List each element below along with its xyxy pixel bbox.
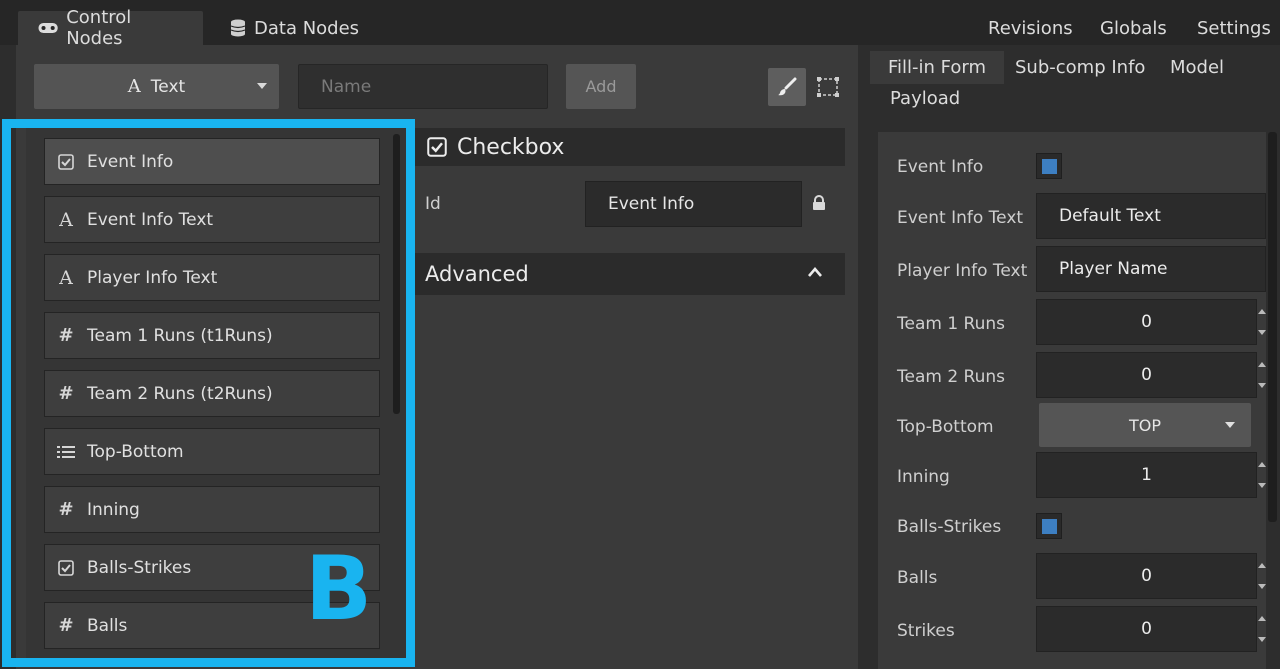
advanced-label: Advanced: [425, 262, 529, 286]
nav-settings[interactable]: Settings: [1197, 18, 1271, 39]
brush-button[interactable]: [768, 68, 806, 106]
balls-strikes-label: Balls-Strikes: [897, 517, 1002, 537]
tab-sub-comp-info[interactable]: Sub-comp Info: [1015, 57, 1145, 78]
balls-strikes-checkbox[interactable]: [1036, 513, 1062, 539]
tab-model[interactable]: Model: [1170, 57, 1224, 78]
team1-runs-field[interactable]: 0: [1036, 299, 1257, 345]
tab-control-nodes[interactable]: Control Nodes: [18, 7, 203, 49]
node-item-team2-runs[interactable]: # Team 2 Runs (t2Runs): [44, 370, 380, 417]
tab-label: Data Nodes: [254, 17, 360, 39]
properties-title: Checkbox: [457, 134, 565, 160]
list-icon: [45, 445, 87, 459]
lock-icon[interactable]: [812, 195, 826, 211]
name-input[interactable]: [298, 64, 548, 109]
node-type-value: Text: [150, 76, 186, 97]
nav-revisions[interactable]: Revisions: [988, 18, 1073, 39]
strikes-field[interactable]: 0: [1036, 606, 1257, 652]
tab-label: Control Nodes: [66, 7, 132, 49]
checkbox-icon: [45, 153, 87, 170]
node-label: Team 1 Runs (t1Runs): [87, 325, 273, 346]
event-info-checkbox[interactable]: [1036, 153, 1062, 179]
node-label: Balls: [87, 615, 128, 636]
advanced-section-header[interactable]: Advanced: [415, 253, 845, 295]
team1-runs-stepper[interactable]: [1257, 299, 1267, 345]
id-field[interactable]: Event Info: [585, 181, 802, 227]
team1-runs-label: Team 1 Runs: [897, 314, 1006, 334]
node-item-event-info-text[interactable]: A Event Info Text: [44, 196, 380, 243]
node-label: Team 2 Runs (t2Runs): [87, 383, 273, 404]
checkbox-icon: [427, 137, 447, 157]
node-label: Balls-Strikes: [87, 557, 192, 578]
event-info-text-field[interactable]: Default Text: [1036, 193, 1266, 239]
node-item-inning[interactable]: # Inning: [44, 486, 380, 533]
event-info-label: Event Info: [897, 157, 984, 177]
tab-payload[interactable]: Payload: [890, 88, 960, 109]
tab-fill-in-form[interactable]: Fill-in Form: [870, 51, 1005, 84]
selection-tool-button[interactable]: [812, 70, 844, 104]
nav-globals[interactable]: Globals: [1100, 18, 1167, 39]
node-item-player-info-text[interactable]: A Player Info Text: [44, 254, 380, 301]
node-item-team1-runs[interactable]: # Team 1 Runs (t1Runs): [44, 312, 380, 359]
number-icon: #: [58, 615, 74, 636]
database-icon: [230, 19, 246, 37]
strikes-label: Strikes: [897, 621, 955, 641]
number-icon: #: [58, 499, 74, 520]
form-scrollbar[interactable]: [1268, 132, 1277, 522]
properties-header: Checkbox: [415, 128, 845, 166]
text-icon: A: [59, 208, 73, 231]
chevron-down-icon: [1225, 422, 1235, 428]
node-label: Top-Bottom: [87, 441, 184, 462]
number-icon: #: [58, 383, 74, 404]
id-label: Id: [425, 194, 441, 214]
node-label: Event Info: [87, 151, 174, 172]
top-bottom-select[interactable]: TOP: [1039, 403, 1251, 447]
chevron-down-icon: [257, 83, 267, 89]
event-info-text-label: Event Info Text: [897, 208, 1024, 228]
team2-runs-stepper[interactable]: [1257, 352, 1267, 398]
brush-icon: [778, 77, 797, 96]
inning-stepper[interactable]: [1257, 452, 1267, 498]
inning-label: Inning: [897, 467, 950, 487]
text-icon: A: [59, 266, 73, 289]
team2-runs-label: Team 2 Runs: [897, 367, 1006, 387]
player-info-text-label: Player Info Text: [897, 261, 1028, 281]
balls-field[interactable]: 0: [1036, 553, 1257, 599]
node-label: Player Info Text: [87, 267, 218, 288]
checkbox-icon: [45, 559, 87, 576]
strikes-stepper[interactable]: [1257, 606, 1267, 652]
node-item-top-bottom[interactable]: Top-Bottom: [44, 428, 380, 475]
team2-runs-field[interactable]: 0: [1036, 352, 1257, 398]
node-item-event-info[interactable]: Event Info: [44, 138, 380, 185]
text-icon: A: [127, 76, 141, 97]
node-list-scrollbar[interactable]: [393, 134, 400, 414]
selection-box-icon: [817, 77, 839, 97]
node-label: Event Info Text: [87, 209, 214, 230]
number-icon: #: [58, 325, 74, 346]
balls-stepper[interactable]: [1257, 553, 1267, 599]
top-bottom-label: Top-Bottom: [897, 417, 994, 437]
add-button[interactable]: Add: [566, 64, 636, 109]
annotation-letter: B: [305, 537, 373, 640]
inning-field[interactable]: 1: [1036, 452, 1257, 498]
player-info-text-field[interactable]: Player Name: [1036, 246, 1266, 292]
tab-data-nodes[interactable]: Data Nodes: [210, 11, 379, 45]
chevron-up-icon: [808, 267, 822, 277]
node-type-select[interactable]: A Text: [34, 64, 279, 109]
top-bottom-value: TOP: [1128, 415, 1161, 435]
balls-label: Balls: [897, 568, 938, 588]
gamepad-icon: [38, 22, 58, 34]
node-label: Inning: [87, 499, 140, 520]
